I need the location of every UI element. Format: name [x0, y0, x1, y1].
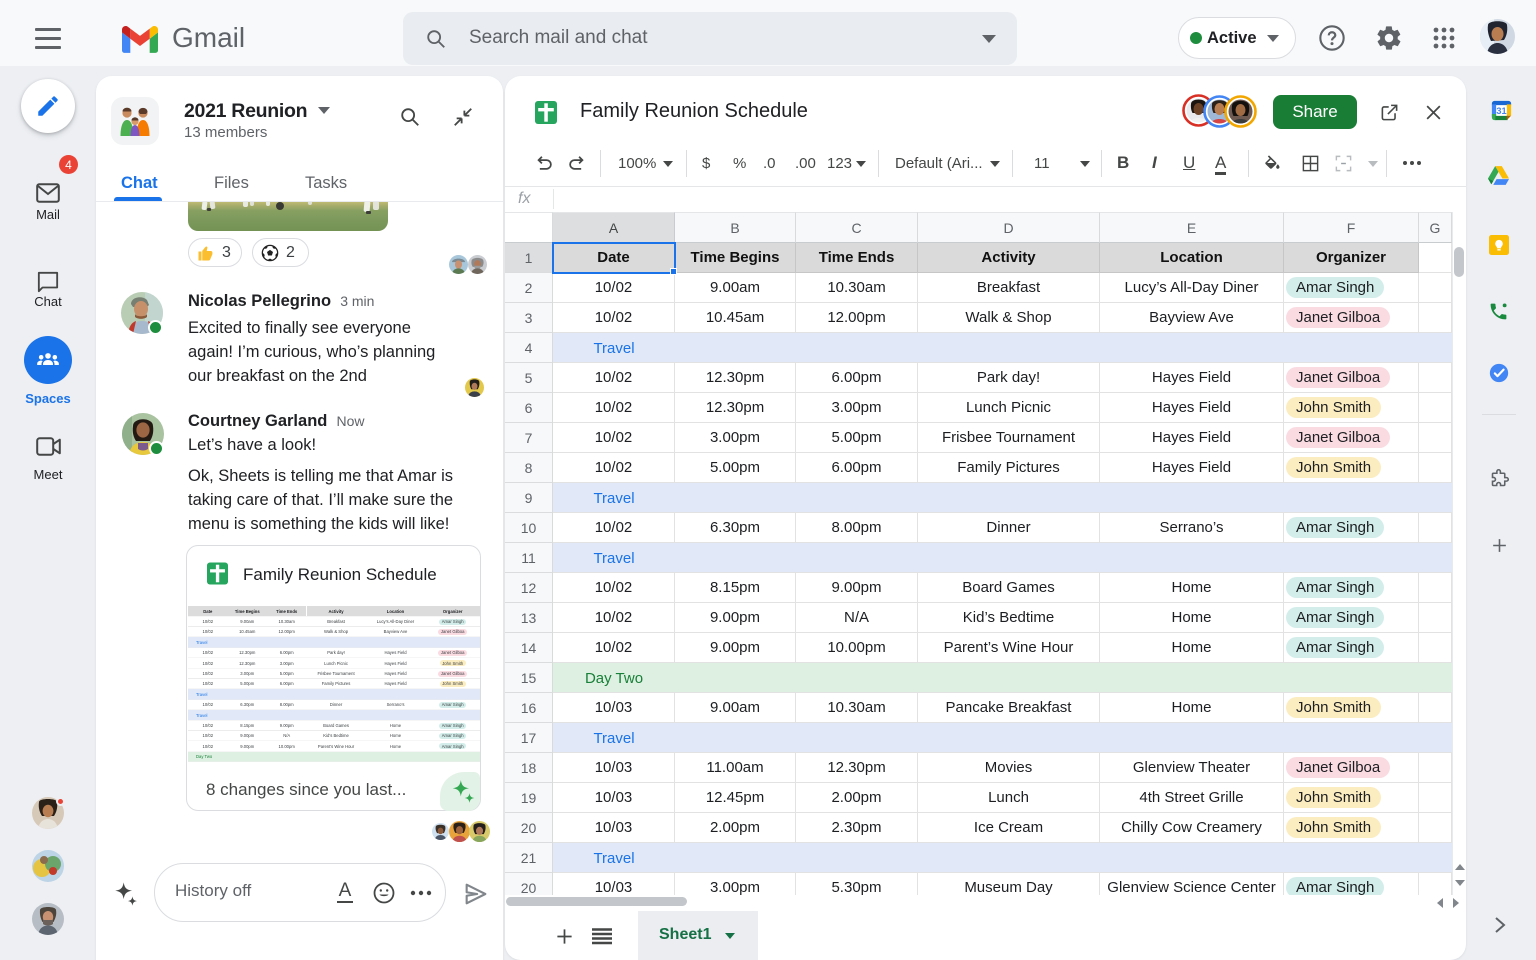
svg-text:31: 31: [1496, 106, 1506, 116]
